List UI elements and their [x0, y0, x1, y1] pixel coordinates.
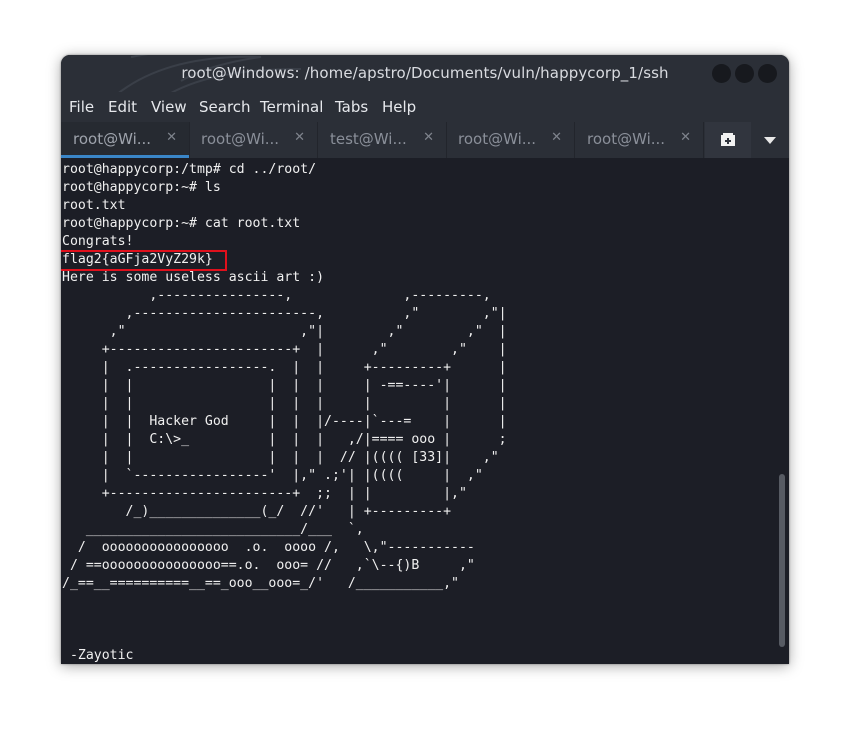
- terminal-line: /_)______________(_/ //' | +---------+: [62, 504, 452, 519]
- tab-close-icon[interactable]: ✕: [680, 130, 691, 145]
- terminal-line: ,-----------------------, ," ,"|: [62, 306, 507, 321]
- tab-bar: root@Wi... ✕ root@Wi... ✕ test@Wi... ✕ r…: [61, 122, 789, 158]
- new-tab-button[interactable]: [705, 122, 751, 158]
- terminal-line: ___________________________/___ `,: [62, 522, 364, 537]
- terminal-line: | | | | | | | |: [62, 396, 507, 411]
- window-title: root@Windows: /home/apstro/Documents/vul…: [181, 64, 669, 82]
- terminal-line: ," ,"| ," ," |: [62, 324, 507, 339]
- terminal-line: root.txt: [62, 198, 126, 213]
- tab-list-dropdown[interactable]: [751, 122, 789, 158]
- terminal-line: Here is some useless ascii art :): [62, 270, 325, 285]
- title-bar[interactable]: root@Windows: /home/apstro/Documents/vul…: [61, 55, 789, 96]
- close-button[interactable]: [758, 64, 777, 83]
- terminal-line: root@happycorp:~# ls: [62, 180, 221, 195]
- terminal-line: +-----------------------+ ;; | | |,": [62, 486, 467, 501]
- terminal-line: root@happycorp:~# cat root.txt: [62, 216, 301, 231]
- menu-file[interactable]: File: [69, 98, 94, 116]
- terminal-line: root@happycorp:/tmp# cd ../root/: [62, 162, 317, 177]
- tab-label: root@Wi...: [458, 130, 537, 148]
- tab-3[interactable]: test@Wi... ✕: [318, 122, 447, 158]
- menu-edit[interactable]: Edit: [108, 98, 137, 116]
- terminal-line: | | | | | // |(((( [33]| ,": [62, 450, 499, 465]
- terminal-partial-line: ,--.: [62, 158, 134, 159]
- chevron-down-icon: [764, 137, 776, 144]
- tab-label: root@Wi...: [73, 130, 152, 148]
- tab-close-icon[interactable]: ✕: [551, 130, 562, 145]
- menu-bar: File Edit View Search Terminal Tabs Help: [61, 92, 789, 122]
- terminal-output[interactable]: ,--. root@happycorp:/tmp# cd ../root/ ro…: [61, 158, 775, 664]
- tab-4[interactable]: root@Wi... ✕: [446, 122, 575, 158]
- terminal-line: | | C:\>_ | | | ,/|==== ooo | ;: [62, 432, 507, 447]
- terminal-line: ,----------------, ,---------,: [62, 288, 491, 303]
- terminal-window: root@Windows: /home/apstro/Documents/vul…: [61, 55, 789, 664]
- terminal-line: /_==__==========__==_ooo__ooo=_/' /_____…: [62, 576, 459, 591]
- tab-close-icon[interactable]: ✕: [166, 130, 177, 145]
- terminal-line: | | Hacker God | | |/----|`---= | |: [62, 414, 507, 429]
- tab-label: test@Wi...: [330, 130, 407, 148]
- menu-help[interactable]: Help: [382, 98, 416, 116]
- tab-1[interactable]: root@Wi... ✕: [61, 122, 190, 158]
- tab-label: root@Wi...: [201, 130, 280, 148]
- flag-highlight-box: [61, 250, 227, 271]
- terminal-line: | .-----------------. | | +---------+ |: [62, 360, 507, 375]
- terminal-line: Congrats!: [62, 234, 134, 249]
- menu-view[interactable]: View: [151, 98, 187, 116]
- tab-close-icon[interactable]: ✕: [294, 130, 305, 145]
- terminal-line: -Zayotic: [62, 648, 134, 663]
- terminal-line: +-----------------------+ | ," ," |: [62, 342, 507, 357]
- minimize-button[interactable]: [712, 64, 731, 83]
- terminal-line: | `-----------------' |," .;'| |(((( | ,…: [62, 468, 483, 483]
- menu-search[interactable]: Search: [199, 98, 251, 116]
- menu-terminal[interactable]: Terminal: [260, 98, 323, 116]
- scrollbar-thumb[interactable]: [779, 474, 785, 647]
- tab-label: root@Wi...: [587, 130, 666, 148]
- tab-5[interactable]: root@Wi... ✕: [575, 122, 704, 158]
- terminal-text: ,--. root@happycorp:/tmp# cd ../root/ ro…: [62, 158, 507, 664]
- scrollbar[interactable]: [775, 158, 789, 664]
- menu-tabs[interactable]: Tabs: [335, 98, 368, 116]
- new-tab-icon: [721, 133, 735, 146]
- maximize-button[interactable]: [735, 64, 754, 83]
- tab-2[interactable]: root@Wi... ✕: [189, 122, 318, 158]
- terminal-line: / oooooooooooooooo .o. oooo /, \,"------…: [62, 540, 475, 555]
- terminal-line: / ==ooooooooooooooo==.o. ooo= // ,`\--{)…: [62, 558, 475, 573]
- tab-close-icon[interactable]: ✕: [423, 130, 434, 145]
- terminal-line: | | | | | | -==----'| |: [62, 378, 507, 393]
